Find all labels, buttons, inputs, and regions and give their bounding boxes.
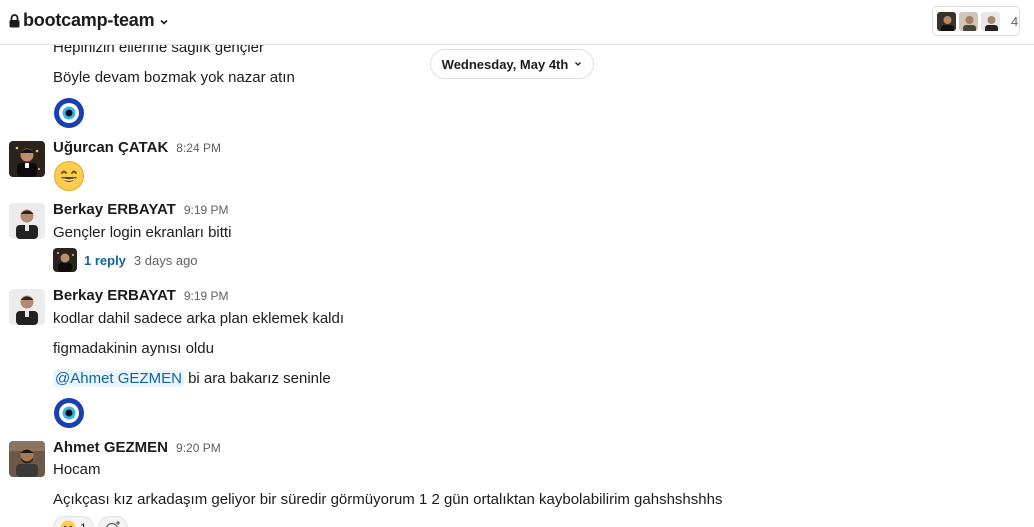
user-avatar[interactable] xyxy=(9,441,45,477)
message-text-with-mention: @Ahmet GEZMEN bi ara bakarız seninle xyxy=(53,369,331,389)
message-text: Gençler login ekranları bitti xyxy=(53,224,232,241)
smile-emoji-icon xyxy=(54,161,84,191)
message-header: Uğurcan ÇATAK 8:24 PM xyxy=(53,139,221,156)
sender-name[interactable]: Berkay ERBAYAT xyxy=(53,201,176,218)
member-avatar xyxy=(980,10,1001,32)
reaction-pill[interactable]: 1 xyxy=(53,516,94,527)
user-avatar[interactable] xyxy=(9,203,45,239)
add-reaction-icon xyxy=(105,521,120,527)
message-timestamp[interactable]: 9:19 PM xyxy=(184,289,229,303)
channel-title: bootcamp-team xyxy=(23,10,155,30)
thread-replier-avatar xyxy=(53,248,77,272)
thread-replies-link[interactable]: 1 reply xyxy=(84,253,126,268)
message-text: Hocam xyxy=(53,461,101,478)
user-mention[interactable]: @Ahmet GEZMEN xyxy=(53,370,184,387)
message-text: figmadakinin aynısı oldu xyxy=(53,340,214,357)
message-timestamp[interactable]: 9:19 PM xyxy=(184,203,229,217)
message-timestamp[interactable]: 8:24 PM xyxy=(176,141,221,155)
message-header: Berkay ERBAYAT 9:19 PM xyxy=(53,287,229,304)
message-text: Açıkçası kız arkadaşım geliyor bir süred… xyxy=(53,491,723,508)
thread-last-reply: 3 days ago xyxy=(133,252,198,268)
lock-icon xyxy=(9,13,20,27)
members-button[interactable]: 4 xyxy=(932,6,1020,36)
add-reaction-button[interactable] xyxy=(97,516,128,527)
message-text: kodlar dahil sadece arka plan eklemek ka… xyxy=(53,310,344,327)
message-timestamp[interactable]: 9:20 PM xyxy=(176,441,221,455)
member-avatar xyxy=(936,10,957,32)
date-divider-button[interactable]: Wednesday, May 4th xyxy=(430,49,594,79)
channel-name-button[interactable]: bootcamp-team xyxy=(9,10,169,31)
message-text: Böyle devam bozmak yok nazar atın xyxy=(53,69,295,86)
message-header: Ahmet GEZMEN 9:20 PM xyxy=(53,439,221,456)
member-avatar xyxy=(958,10,979,32)
chevron-down-icon xyxy=(160,19,168,25)
reactions-bar: 1 xyxy=(53,516,128,527)
smirk-emoji-icon xyxy=(60,520,76,527)
member-count: 4 xyxy=(1011,13,1019,29)
user-avatar[interactable] xyxy=(9,141,45,177)
reaction-count: 1 xyxy=(80,521,87,527)
sender-name[interactable]: Berkay ERBAYAT xyxy=(53,287,176,304)
date-label: Wednesday, May 4th xyxy=(441,56,569,72)
sender-name[interactable]: Uğurcan ÇATAK xyxy=(53,139,168,156)
sender-name[interactable]: Ahmet GEZMEN xyxy=(53,439,168,456)
channel-header: bootcamp-team 4 xyxy=(0,0,1034,45)
mention-trailing-text: bi ara bakarız seninle xyxy=(183,370,331,387)
message-header: Berkay ERBAYAT 9:19 PM xyxy=(53,201,229,218)
user-avatar[interactable] xyxy=(9,289,45,325)
nazar-boncugu-emoji-icon xyxy=(54,98,84,128)
chevron-down-icon xyxy=(575,62,582,66)
thread-summary[interactable]: 1 reply 3 days ago xyxy=(53,248,198,272)
nazar-boncugu-emoji-icon xyxy=(54,398,84,428)
